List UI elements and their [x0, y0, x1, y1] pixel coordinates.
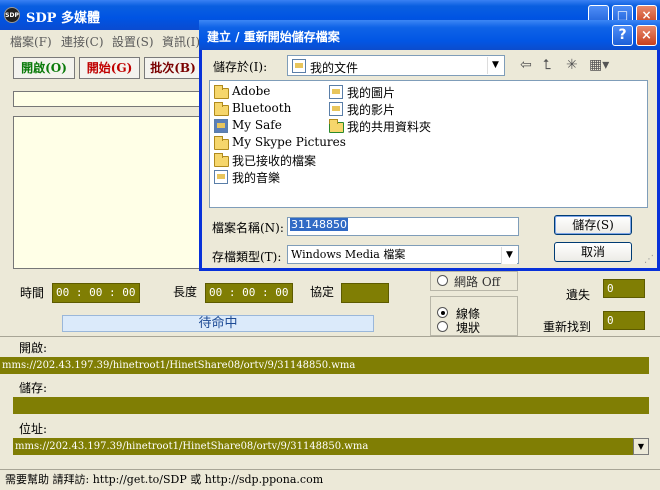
chevron-down-icon[interactable]: ▼: [633, 438, 649, 455]
app-icon: SDP: [4, 7, 20, 23]
graph-panel: [13, 116, 203, 269]
protocol-label: 協定: [310, 285, 335, 299]
length-value: 00 : 00 : 00: [205, 283, 293, 303]
progress-strip: [13, 91, 203, 107]
dialog-title: 建立 / 重新開始儲存檔案: [207, 30, 340, 44]
menu-connect[interactable]: 連接(C): [61, 33, 104, 50]
save-in-label: 儲存於(I):: [213, 60, 268, 74]
back-arrow-icon[interactable]: ⇦: [520, 57, 532, 73]
folder-icon: [214, 102, 229, 116]
address-combo-value: mms://202.43.197.39/hinetroot1/HinetShar…: [15, 441, 369, 452]
documents-folder-icon: [292, 59, 306, 73]
help-status-bar: 需要幫助 請拜訪: http://get.to/SDP 或 http://sdp…: [0, 469, 660, 490]
filetype-label: 存檔類型(T):: [212, 250, 282, 264]
cancel-button[interactable]: 取消: [554, 242, 632, 262]
folder-icon: [214, 85, 229, 99]
save-button[interactable]: 儲存(S): [554, 215, 632, 235]
save-in-dropdown[interactable]: 我的文件 ▼: [287, 55, 505, 76]
filetype-dropdown[interactable]: Windows Media 檔案 ▼: [287, 245, 519, 264]
folder-icon: [214, 153, 229, 167]
length-label: 長度: [173, 285, 198, 299]
dialog-title-bar[interactable]: 建立 / 重新開始儲存檔案 ? ×: [199, 20, 660, 50]
time-value: 00 : 00 : 00: [52, 283, 140, 303]
network-group: 網路 Off: [430, 271, 518, 291]
resize-grip-icon[interactable]: ⋰: [644, 255, 656, 267]
time-label: 時間: [20, 286, 45, 300]
help-icon[interactable]: ?: [612, 25, 633, 46]
folder-icon: [214, 136, 229, 150]
shared-folder-icon: [329, 119, 344, 133]
open-url-label: 開啟:: [19, 341, 48, 355]
filename-label: 檔案名稱(N):: [212, 221, 284, 235]
address-label: 位址:: [19, 422, 48, 436]
view-menu-icon[interactable]: ▦▾: [589, 57, 609, 73]
save-in-value: 我的文件: [310, 61, 359, 75]
refound-value: 0: [603, 311, 645, 330]
status-text: 待命中: [62, 315, 374, 332]
network-off-label: 網路 Off: [454, 275, 501, 289]
lost-label: 遺失: [566, 288, 591, 302]
radio-blocks[interactable]: [437, 321, 448, 332]
filetype-value: Windows Media 檔案: [291, 248, 406, 261]
lost-value: 0: [603, 279, 645, 298]
save-path-field[interactable]: [13, 397, 649, 414]
display-mode-group: 線條 塊狀: [430, 296, 518, 336]
up-folder-icon[interactable]: ⮤: [543, 57, 551, 73]
batch-button[interactable]: 批次(B): [144, 57, 202, 79]
music-folder-icon: [214, 170, 228, 184]
radio-blocks-label: 塊狀: [456, 321, 481, 335]
open-url-field[interactable]: mms://202.43.197.39/hinetroot1/HinetShar…: [0, 357, 649, 374]
protocol-value: [341, 283, 389, 303]
divider: [0, 336, 660, 337]
network-off-radio[interactable]: [437, 275, 448, 286]
menu-info[interactable]: 資訊(I): [162, 33, 200, 50]
filename-value: 31148850: [290, 218, 348, 231]
filename-input[interactable]: 31148850: [287, 217, 519, 236]
open-button[interactable]: 開啟(O): [13, 57, 75, 79]
videos-folder-icon: [329, 102, 343, 116]
save-path-label: 儲存:: [19, 381, 48, 395]
chevron-down-icon[interactable]: ▼: [501, 247, 517, 264]
new-folder-icon[interactable]: ✳: [566, 57, 578, 73]
start-button[interactable]: 開始(G): [79, 57, 140, 79]
file-list[interactable]: Adobe Bluetooth My Safe My Skype Picture…: [209, 80, 648, 208]
pictures-folder-icon: [329, 85, 343, 99]
menu-settings[interactable]: 設置(S): [112, 33, 154, 50]
address-combo[interactable]: mms://202.43.197.39/hinetroot1/HinetShar…: [13, 438, 649, 455]
refound-label: 重新找到: [543, 320, 592, 334]
radio-lines[interactable]: [437, 307, 448, 318]
menu-file[interactable]: 檔案(F): [10, 33, 52, 50]
close-icon[interactable]: ×: [636, 25, 657, 46]
safe-icon: [214, 119, 228, 133]
chevron-down-icon[interactable]: ▼: [487, 57, 503, 74]
main-window-title: SDP 多媒體: [26, 11, 100, 26]
save-dialog: 建立 / 重新開始儲存檔案 ? × 儲存於(I): 我的文件 ▼ ⇦ ⮤ ✳ ▦…: [199, 20, 660, 271]
